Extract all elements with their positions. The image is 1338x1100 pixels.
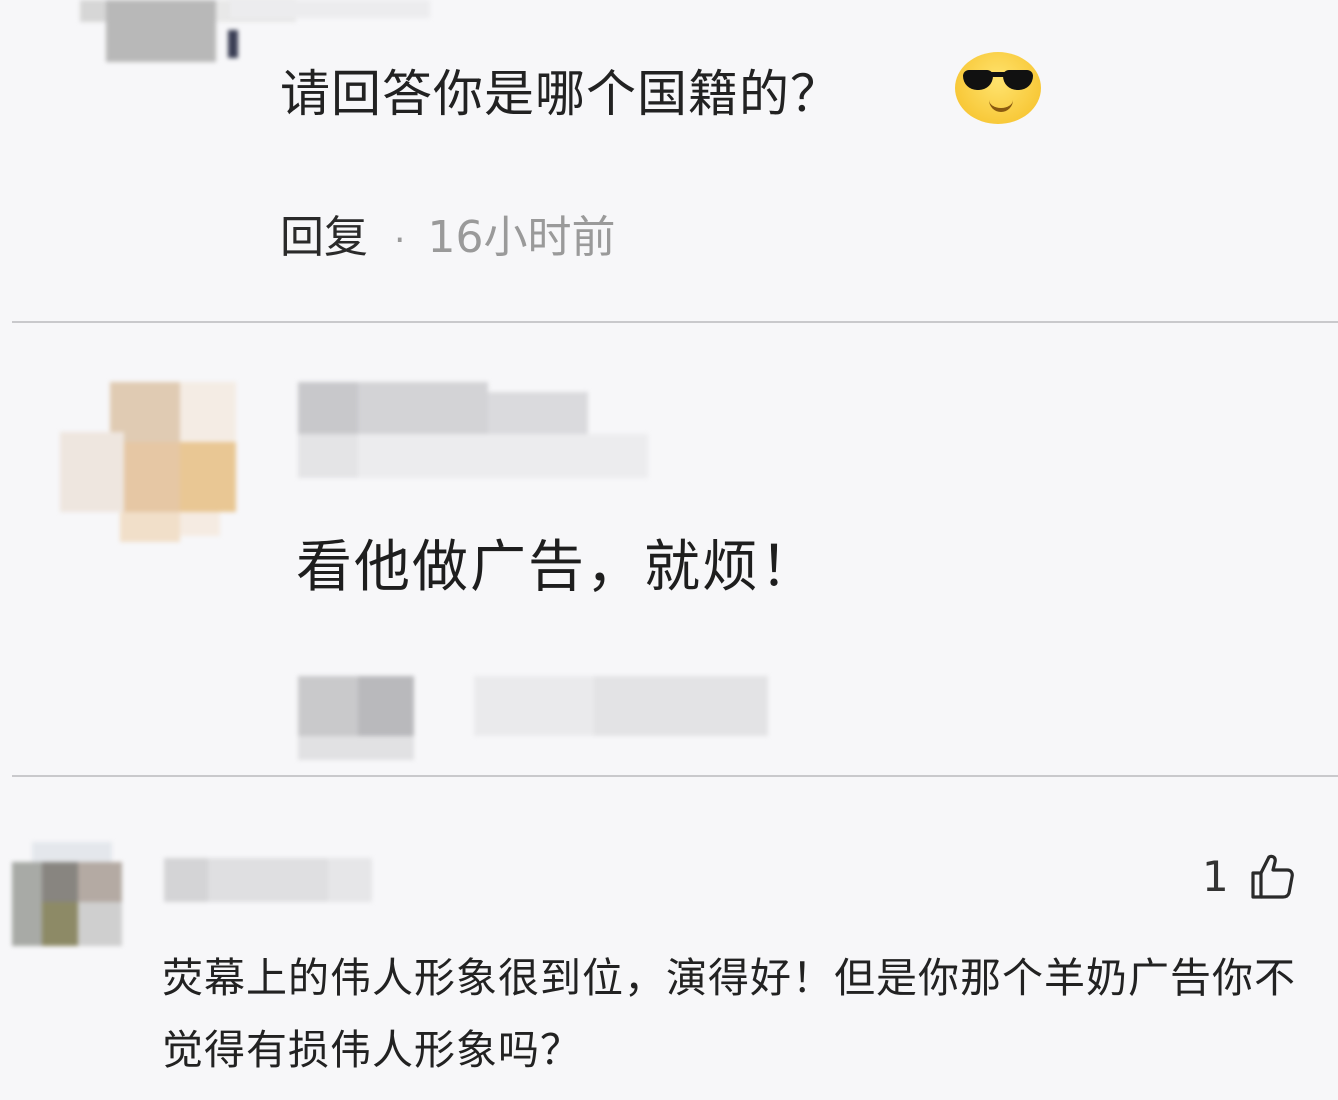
comment-text: 请回答你是哪个国籍的？ [280,65,841,123]
reply-button[interactable]: 回复 [280,212,368,263]
avatar[interactable] [80,0,296,62]
comment-item: 看他做广告，就烦！ [0,324,1338,776]
comment-text: 看他做广告，就烦！ [296,535,818,600]
divider [12,775,1338,777]
like-count: 1 [1202,851,1229,901]
avatar[interactable] [12,842,124,946]
sunglasses-emoji-icon [955,52,1041,124]
username[interactable] [230,0,430,18]
comment-item: 1 荧幕上的伟人形象很到位，演得好！但是你那个羊奶广告你不觉得有损伟人形象吗？ [0,778,1338,1100]
like-button[interactable]: 1 [1202,848,1297,904]
avatar[interactable] [60,382,240,542]
timestamp: 16小时前 [427,212,616,263]
divider [12,321,1338,323]
username[interactable] [164,858,372,902]
username[interactable] [298,382,648,478]
comment-meta-redacted [298,676,768,760]
comment-text: 荧幕上的伟人形象很到位，演得好！但是你那个羊奶广告你不觉得有损伟人形象吗？ [162,954,1296,1074]
comment-item: 请回答你是哪个国籍的？ 回复 · 16小时前 [0,0,1338,322]
comment-meta: 回复 · 16小时前 [280,210,615,269]
meta-separator: · [394,220,406,261]
thumbs-up-icon[interactable] [1247,851,1297,901]
